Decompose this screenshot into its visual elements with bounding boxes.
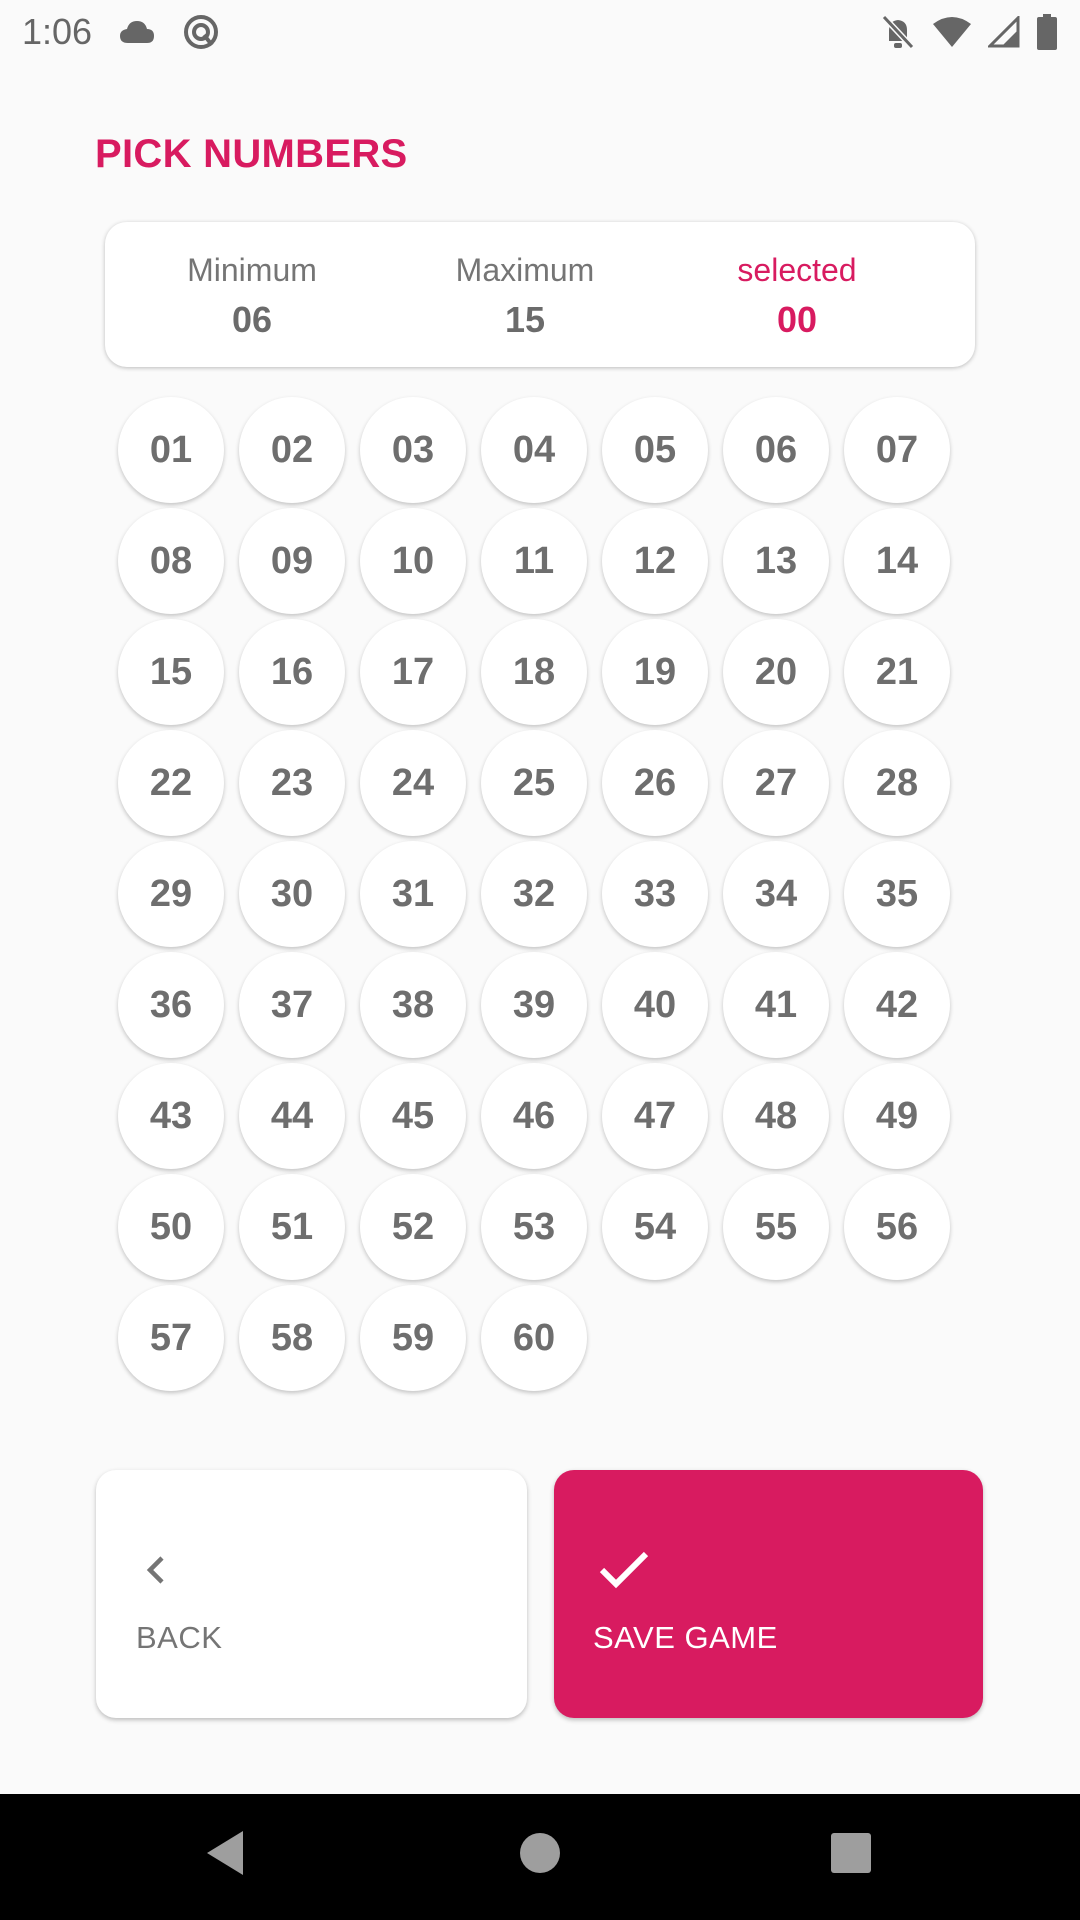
- number-ball[interactable]: 53: [481, 1174, 587, 1280]
- number-ball[interactable]: 37: [239, 952, 345, 1058]
- number-ball[interactable]: 40: [602, 952, 708, 1058]
- home-circle-icon[interactable]: [519, 1830, 561, 1881]
- number-ball[interactable]: 22: [118, 730, 224, 836]
- cloud-icon: [118, 19, 156, 45]
- number-ball[interactable]: 55: [723, 1174, 829, 1280]
- back-button[interactable]: BACK: [96, 1470, 527, 1718]
- number-ball[interactable]: 03: [360, 397, 466, 503]
- number-ball[interactable]: 36: [118, 952, 224, 1058]
- number-ball[interactable]: 12: [602, 508, 708, 614]
- number-ball[interactable]: 34: [723, 841, 829, 947]
- number-ball[interactable]: 25: [481, 730, 587, 836]
- number-ball[interactable]: 50: [118, 1174, 224, 1280]
- number-grid: 01 02 03 04 05 06 07 08 09 10 11 12 13 14 15 16 17 18 19 20…: [118, 397, 950, 1391]
- screen: 1:06 PICK NUMBERS Minimum 06 Maximum 15 …: [0, 0, 1080, 1920]
- check-icon: [599, 1550, 649, 1595]
- number-ball[interactable]: 21: [844, 619, 950, 725]
- number-ball[interactable]: 49: [844, 1063, 950, 1169]
- minimum-summary: Minimum 06: [132, 252, 372, 341]
- number-ball[interactable]: 17: [360, 619, 466, 725]
- number-ball[interactable]: 31: [360, 841, 466, 947]
- number-ball[interactable]: 57: [118, 1285, 224, 1391]
- number-ball[interactable]: 09: [239, 508, 345, 614]
- number-ball[interactable]: 29: [118, 841, 224, 947]
- number-ball[interactable]: 10: [360, 508, 466, 614]
- number-ball[interactable]: 48: [723, 1063, 829, 1169]
- back-triangle-icon[interactable]: [205, 1830, 245, 1881]
- number-ball[interactable]: 24: [360, 730, 466, 836]
- number-ball[interactable]: 46: [481, 1063, 587, 1169]
- number-ball[interactable]: 32: [481, 841, 587, 947]
- number-ball[interactable]: 07: [844, 397, 950, 503]
- number-ball[interactable]: 08: [118, 508, 224, 614]
- number-ball[interactable]: 38: [360, 952, 466, 1058]
- back-button-label: BACK: [136, 1620, 223, 1655]
- status-bar: 1:06: [0, 0, 1080, 63]
- navigation-bar: [0, 1794, 1080, 1920]
- selected-summary: selected 00: [677, 252, 917, 341]
- status-time: 1:06: [22, 10, 93, 52]
- minimum-label: Minimum: [187, 252, 317, 288]
- number-ball[interactable]: 27: [723, 730, 829, 836]
- number-ball[interactable]: 45: [360, 1063, 466, 1169]
- notifications-off-icon: [880, 13, 916, 51]
- number-ball[interactable]: 51: [239, 1174, 345, 1280]
- number-ball[interactable]: 41: [723, 952, 829, 1058]
- number-ball[interactable]: 23: [239, 730, 345, 836]
- number-ball[interactable]: 01: [118, 397, 224, 503]
- number-ball[interactable]: 30: [239, 841, 345, 947]
- maximum-label: Maximum: [455, 252, 595, 288]
- number-ball[interactable]: 42: [844, 952, 950, 1058]
- number-ball[interactable]: 44: [239, 1063, 345, 1169]
- number-ball[interactable]: 60: [481, 1285, 587, 1391]
- number-ball[interactable]: 05: [602, 397, 708, 503]
- number-ball[interactable]: 26: [602, 730, 708, 836]
- wifi-icon: [932, 16, 972, 48]
- sync-icon: [182, 13, 220, 51]
- number-ball[interactable]: 54: [602, 1174, 708, 1280]
- number-ball[interactable]: 28: [844, 730, 950, 836]
- number-ball[interactable]: 59: [360, 1285, 466, 1391]
- selected-label: selected: [737, 252, 857, 288]
- number-ball[interactable]: 18: [481, 619, 587, 725]
- number-ball[interactable]: 11: [481, 508, 587, 614]
- summary-card: Minimum 06 Maximum 15 selected 00: [105, 222, 975, 367]
- recents-square-icon[interactable]: [830, 1830, 872, 1881]
- save-game-button-label: SAVE GAME: [593, 1620, 778, 1655]
- number-ball[interactable]: 14: [844, 508, 950, 614]
- chevron-left-icon: [136, 1550, 176, 1595]
- number-ball[interactable]: 04: [481, 397, 587, 503]
- battery-icon: [1036, 13, 1058, 50]
- page-title: PICK NUMBERS: [95, 132, 408, 176]
- number-ball[interactable]: 02: [239, 397, 345, 503]
- signal-icon: [988, 15, 1020, 48]
- save-game-button[interactable]: SAVE GAME: [554, 1470, 983, 1718]
- maximum-value: 15: [504, 299, 546, 340]
- minimum-value: 06: [231, 299, 273, 340]
- number-ball[interactable]: 58: [239, 1285, 345, 1391]
- number-ball[interactable]: 15: [118, 619, 224, 725]
- number-ball[interactable]: 13: [723, 508, 829, 614]
- number-ball[interactable]: 47: [602, 1063, 708, 1169]
- number-ball[interactable]: 19: [602, 619, 708, 725]
- number-ball[interactable]: 52: [360, 1174, 466, 1280]
- number-ball[interactable]: 33: [602, 841, 708, 947]
- number-ball[interactable]: 06: [723, 397, 829, 503]
- maximum-summary: Maximum 15: [405, 252, 645, 341]
- number-ball[interactable]: 43: [118, 1063, 224, 1169]
- number-ball[interactable]: 56: [844, 1174, 950, 1280]
- selected-value: 00: [776, 299, 818, 340]
- number-ball[interactable]: 20: [723, 619, 829, 725]
- number-ball[interactable]: 35: [844, 841, 950, 947]
- number-ball[interactable]: 16: [239, 619, 345, 725]
- number-ball[interactable]: 39: [481, 952, 587, 1058]
